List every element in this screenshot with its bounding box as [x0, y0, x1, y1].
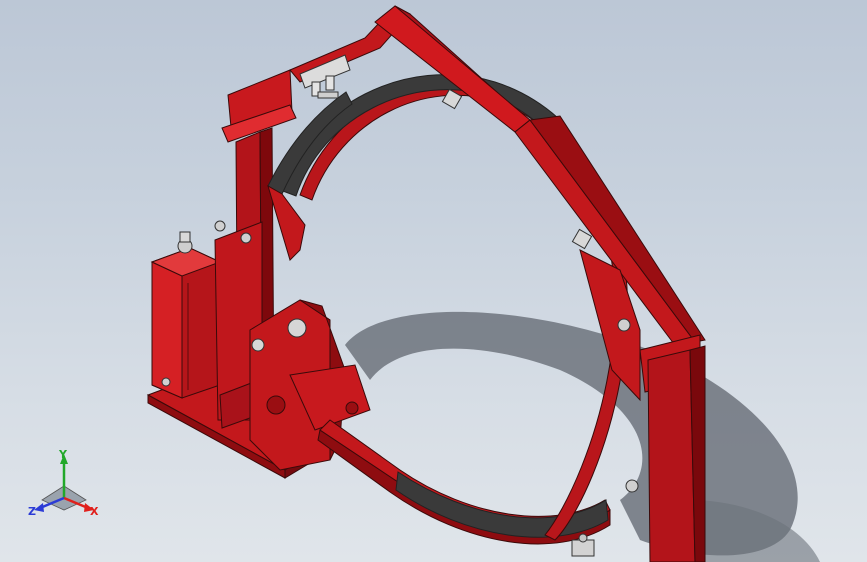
- cad-3d-viewport[interactable]: Y X Z: [0, 0, 867, 562]
- y-axis-label: Y: [59, 448, 67, 461]
- brake-assembly-model[interactable]: [0, 0, 867, 562]
- thruster-block: [150, 231, 222, 399]
- z-axis-label: Z: [28, 505, 36, 518]
- axis-triad: Y X Z: [24, 446, 104, 526]
- x-axis-label: X: [90, 505, 99, 518]
